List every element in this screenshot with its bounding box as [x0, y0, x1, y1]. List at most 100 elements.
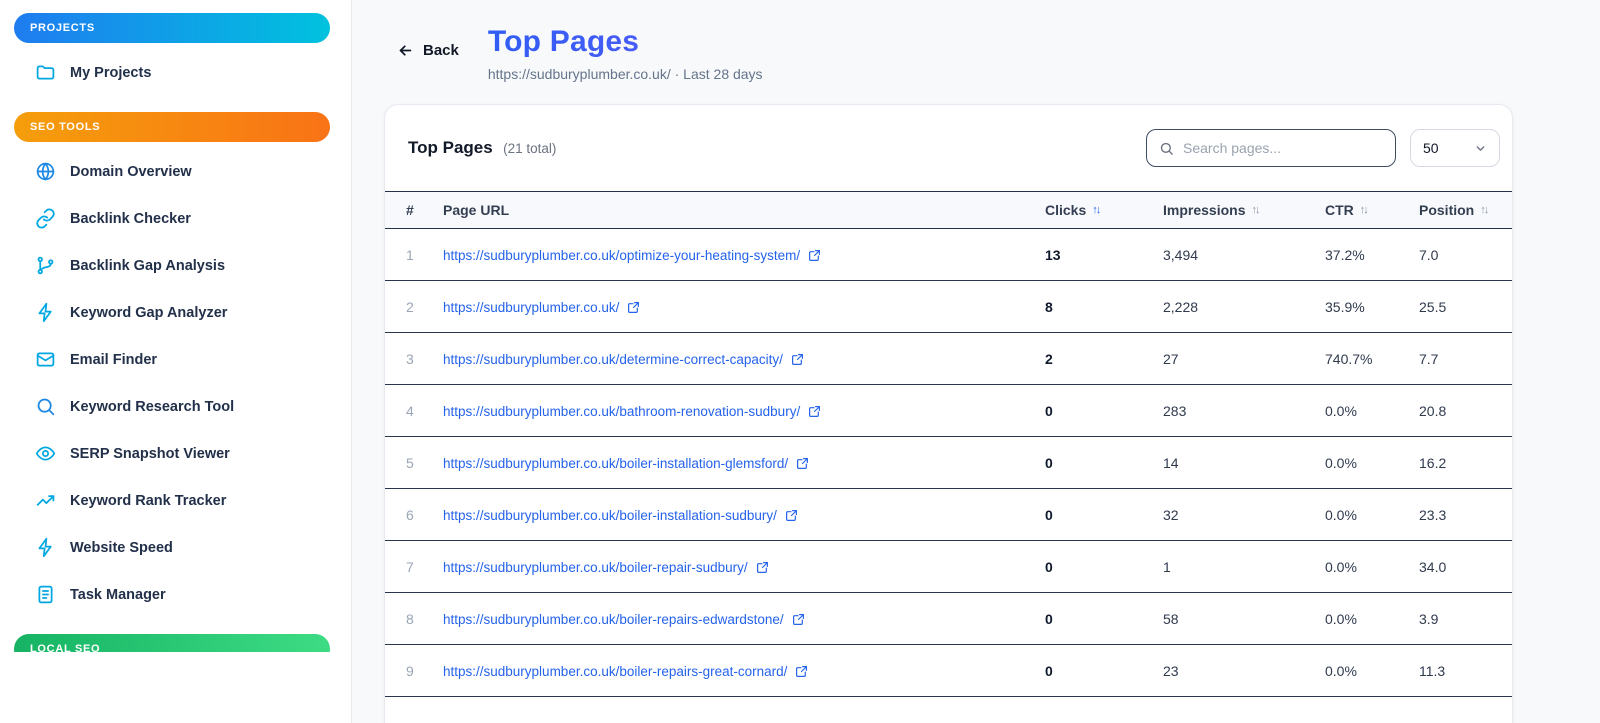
back-button[interactable]: Back — [397, 42, 459, 59]
page-url-text: https://sudburyplumber.co.uk/boiler-repa… — [443, 611, 784, 627]
envelope-icon — [35, 349, 56, 370]
page-subtitle: https://sudburyplumber.co.uk/ · Last 28 … — [487, 66, 763, 82]
sidebar-scroll[interactable]: PROJECTS My Projects SEO TOOLS Domain Ov… — [0, 0, 351, 652]
column-label: Position — [1419, 202, 1475, 218]
globe-icon — [35, 161, 56, 182]
sidebar-item-label: Website Speed — [70, 539, 173, 556]
title-block: Top Pages https://sudburyplumber.co.uk/ … — [488, 25, 763, 82]
page-size-value: 50 — [1423, 140, 1439, 156]
ctr-value: 0.0% — [1325, 662, 1357, 679]
position-value: 25.5 — [1419, 298, 1447, 315]
ctr-value: 0.0% — [1325, 454, 1357, 471]
sidebar-item-label: Email Finder — [70, 351, 158, 368]
table-header: # Page URL Clicks ↑↓ Impressions ↑↓ CTR … — [385, 191, 1512, 229]
row-number: 6 — [406, 506, 414, 523]
clicks-value: 0 — [1045, 662, 1053, 679]
page-url-link[interactable]: https://sudburyplumber.co.uk/determine-c… — [443, 352, 804, 367]
sidebar-item-backlink-gap-analysis[interactable]: Backlink Gap Analysis — [14, 242, 351, 289]
row-number: 5 — [406, 454, 414, 471]
page-url-cell: https://sudburyplumber.co.uk/boiler-inst… — [443, 507, 1045, 523]
eye-icon — [35, 443, 56, 464]
column-header-clicks[interactable]: Clicks ↑↓ — [1045, 202, 1163, 218]
sidebar-section-seo-tools: SEO TOOLS Domain Overview Backlink Check… — [14, 112, 351, 618]
position-value: 16.2 — [1419, 454, 1447, 471]
external-link-icon[interactable] — [808, 405, 821, 418]
external-link-icon[interactable] — [785, 509, 798, 522]
position-value: 34.0 — [1419, 558, 1447, 575]
sidebar-item-task-manager[interactable]: Task Manager — [14, 571, 351, 618]
sidebar-item-serp-snapshot-viewer[interactable]: SERP Snapshot Viewer — [14, 430, 351, 477]
sidebar-item-email-finder[interactable]: Email Finder — [14, 336, 351, 383]
search-pages-input[interactable] — [1183, 140, 1383, 156]
main-content: Back Top Pages https://sudburyplumber.co… — [353, 0, 1600, 723]
toolbar-controls: 50 — [1146, 129, 1500, 167]
column-label: # — [406, 202, 414, 218]
page-url-cell: https://sudburyplumber.co.uk/boiler-repa… — [443, 663, 1045, 679]
sidebar-item-domain-overview[interactable]: Domain Overview — [14, 148, 351, 195]
sidebar-item-keyword-rank-tracker[interactable]: Keyword Rank Tracker — [14, 477, 351, 524]
column-header-position[interactable]: Position ↑↓ — [1419, 202, 1512, 218]
arrow-left-icon — [399, 45, 412, 56]
external-link-icon[interactable] — [756, 561, 769, 574]
link-icon — [35, 208, 56, 229]
sidebar-item-keyword-research-tool[interactable]: Keyword Research Tool — [14, 383, 351, 430]
page-url-text: https://sudburyplumber.co.uk/boiler-repa… — [443, 663, 788, 679]
external-link-icon[interactable] — [795, 665, 808, 678]
sidebar-item-keyword-gap-analyzer[interactable]: Keyword Gap Analyzer — [14, 289, 351, 336]
external-link-icon[interactable] — [791, 353, 804, 366]
page-url-link[interactable]: https://sudburyplumber.co.uk/bathroom-re… — [443, 404, 821, 419]
sidebar-item-my-projects[interactable]: My Projects — [14, 49, 351, 96]
position-value: 7.0 — [1419, 246, 1439, 263]
sidebar-item-website-speed[interactable]: Website Speed — [14, 524, 351, 571]
page-url-link[interactable]: https://sudburyplumber.co.uk/boiler-inst… — [443, 508, 798, 523]
external-link-icon[interactable] — [808, 249, 821, 262]
sidebar-item-backlink-checker[interactable]: Backlink Checker — [14, 195, 351, 242]
top-pages-card: Top Pages (21 total) 50 # Page URL — [384, 104, 1513, 723]
ctr-value: 35.9% — [1325, 298, 1365, 315]
page-url-text: https://sudburyplumber.co.uk/bathroom-re… — [443, 403, 801, 419]
column-header-ctr[interactable]: CTR ↑↓ — [1325, 202, 1419, 218]
external-link-icon[interactable] — [796, 457, 809, 470]
page-url-link[interactable]: https://sudburyplumber.co.uk/boiler-repa… — [443, 560, 769, 575]
position-value: 11.3 — [1419, 662, 1446, 679]
page-url-link[interactable]: https://sudburyplumber.co.uk/boiler-repa… — [443, 612, 805, 627]
chevron-down-icon — [1476, 145, 1485, 151]
table-row: 8 https://sudburyplumber.co.uk/boiler-re… — [385, 593, 1512, 645]
page-url-cell: https://sudburyplumber.co.uk/determine-c… — [443, 351, 1045, 367]
page-url-link[interactable]: https://sudburyplumber.co.uk/boiler-inst… — [443, 456, 809, 471]
table-row: 9 https://sudburyplumber.co.uk/boiler-re… — [385, 645, 1512, 697]
sidebar-item-label: Domain Overview — [70, 163, 192, 180]
table-body: 1 https://sudburyplumber.co.uk/optimize-… — [385, 229, 1512, 697]
trend-up-icon — [35, 490, 56, 511]
table-row: 4 https://sudburyplumber.co.uk/bathroom-… — [385, 385, 1512, 437]
column-label: CTR — [1325, 202, 1354, 218]
page-url-link[interactable]: https://sudburyplumber.co.uk/ — [443, 300, 640, 315]
page-url-text: https://sudburyplumber.co.uk/determine-c… — [443, 351, 783, 367]
page-url-cell: https://sudburyplumber.co.uk/ — [443, 299, 1045, 315]
external-link-icon[interactable] — [627, 301, 640, 314]
section-label: PROJECTS — [30, 22, 95, 34]
sidebar-item-label: SERP Snapshot Viewer — [70, 445, 230, 462]
column-header-impressions[interactable]: Impressions ↑↓ — [1163, 202, 1325, 218]
impressions-value: 14 — [1163, 454, 1179, 471]
page-url-cell: https://sudburyplumber.co.uk/boiler-repa… — [443, 559, 1045, 575]
page-url-text: https://sudburyplumber.co.uk/ — [443, 299, 620, 315]
external-link-icon[interactable] — [792, 613, 805, 626]
impressions-value: 1 — [1163, 558, 1171, 575]
page-size-select[interactable]: 50 — [1410, 129, 1500, 167]
lightning-icon — [35, 537, 56, 558]
row-number: 2 — [406, 298, 414, 315]
search-box[interactable] — [1146, 129, 1396, 167]
column-label: Clicks — [1045, 202, 1087, 218]
sidebar: PROJECTS My Projects SEO TOOLS Domain Ov… — [0, 0, 352, 723]
table-row: 1 https://sudburyplumber.co.uk/optimize-… — [385, 229, 1512, 281]
clicks-value: 2 — [1045, 350, 1053, 367]
page-url-link[interactable]: https://sudburyplumber.co.uk/optimize-yo… — [443, 248, 821, 263]
column-header-page-url: Page URL — [443, 202, 1045, 218]
clicks-value: 0 — [1045, 506, 1053, 523]
sort-icon: ↑↓ — [1251, 204, 1260, 216]
back-label: Back — [423, 42, 459, 59]
ctr-value: 0.0% — [1325, 506, 1357, 523]
page-url-link[interactable]: https://sudburyplumber.co.uk/boiler-repa… — [443, 664, 808, 679]
table-row: 5 https://sudburyplumber.co.uk/boiler-in… — [385, 437, 1512, 489]
